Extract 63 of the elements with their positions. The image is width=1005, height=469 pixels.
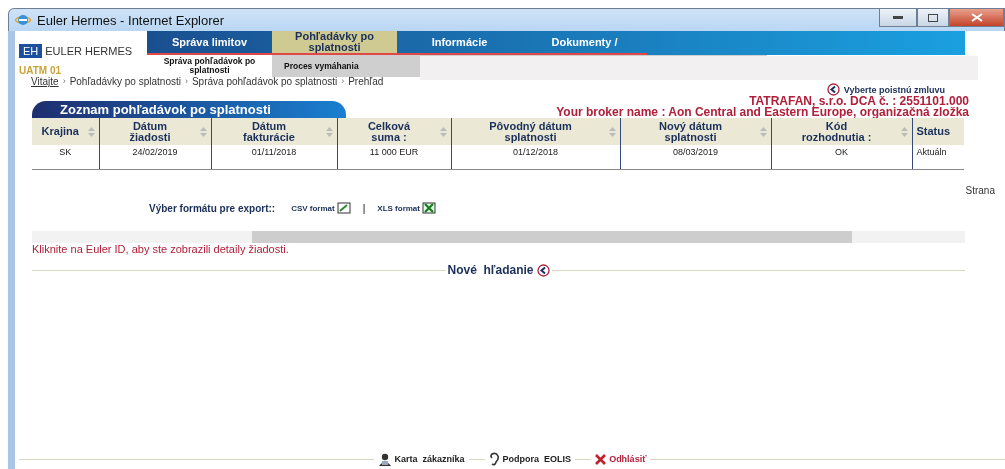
- scrollbar-thumb[interactable]: [252, 231, 852, 243]
- user-code: UATM 01: [19, 65, 62, 76]
- sort-icon[interactable]: [87, 127, 95, 137]
- hint-text: Kliknite na Euler ID, aby ste zobrazili detaily žiadosti.: [32, 243, 290, 255]
- ear-icon: [488, 452, 500, 466]
- page-label: Strana: [965, 185, 995, 196]
- column-header[interactable]: Krajina: [32, 118, 99, 145]
- close-button[interactable]: [949, 9, 1004, 27]
- maximize-icon: [928, 13, 938, 22]
- close-icon: [970, 13, 983, 22]
- excel-file-icon: [422, 202, 436, 214]
- table-cell: OK: [771, 145, 912, 169]
- maximize-button[interactable]: [917, 9, 949, 27]
- footer-link[interactable]: Odhlásiť: [591, 453, 651, 465]
- column-header[interactable]: Celková suma :: [337, 118, 451, 145]
- logo-mark: EH: [19, 44, 43, 58]
- table-cell: 11 000 EUR: [337, 145, 451, 169]
- table-cell: 01/11/2018: [211, 145, 337, 169]
- browser-logo-icon: [15, 13, 31, 27]
- separator: |: [362, 202, 366, 214]
- table-cell: Aktuáln: [912, 145, 964, 169]
- minimize-icon: [893, 15, 903, 20]
- breadcrumb-item: Pohľadávky po splatnosti: [69, 76, 181, 89]
- table-cell: 01/12/2018: [451, 145, 620, 169]
- table-cell: 08/03/2019: [620, 145, 771, 169]
- column-header[interactable]: Kód rozhodnutia :: [771, 118, 912, 145]
- column-header[interactable]: Dátum žiadosti: [99, 118, 211, 145]
- table-cell: 24/02/2019: [99, 145, 211, 169]
- spreadsheet-file-icon: [336, 202, 351, 214]
- breadcrumb-separator: ›: [341, 76, 345, 88]
- person-card-icon: [377, 452, 392, 466]
- column-header[interactable]: Pôvodný dátum splatnosti: [451, 118, 620, 145]
- export-link[interactable]: CSV format: [291, 202, 351, 214]
- breadcrumb-link[interactable]: Vitajte: [31, 76, 59, 96]
- column-header[interactable]: Nový dátum splatnosti: [620, 118, 771, 145]
- sort-icon[interactable]: [608, 127, 616, 137]
- breadcrumb-separator: ›: [62, 76, 66, 88]
- sort-icon[interactable]: [759, 127, 767, 137]
- sort-icon[interactable]: [325, 127, 333, 137]
- select-contract-link[interactable]: Vyberte poistnú zmluvu: [826, 83, 945, 96]
- company-info: TATRAFAN, s.r.o. DCA č. : 2551101.000: [749, 96, 969, 107]
- export-label: Výber formátu pre export::: [149, 202, 276, 214]
- breadcrumb-separator: ›: [184, 76, 188, 88]
- sort-icon[interactable]: [439, 127, 447, 137]
- close-icon: [595, 453, 607, 465]
- breadcrumb-item: Prehľad: [348, 76, 384, 89]
- footer-link[interactable]: Podpora EOLIS: [484, 452, 576, 466]
- new-search-link[interactable]: Nové hľadanie: [445, 263, 552, 277]
- sort-icon[interactable]: [199, 127, 207, 137]
- table-cell: SK: [32, 145, 99, 169]
- footer-link[interactable]: Karta zákazníka: [373, 452, 469, 466]
- column-header: Status: [912, 118, 964, 145]
- column-header[interactable]: Dátum fakturácie: [211, 118, 337, 145]
- subnav-tab[interactable]: Proces vymáhania: [272, 55, 397, 77]
- horizontal-scrollbar[interactable]: [32, 231, 965, 243]
- nav-tab[interactable]: Pohľadávky po splatnosti: [272, 31, 397, 55]
- export-link[interactable]: XLS format: [377, 202, 436, 214]
- sort-icon[interactable]: [900, 127, 908, 137]
- logo-text: EULER HERMES: [45, 45, 133, 57]
- minimize-button[interactable]: [879, 9, 917, 27]
- broker-info: Your broker name : Aon Central and Eastern Europe, organizačná zložka: [556, 107, 969, 118]
- breadcrumb-item: Správa pohľadávok po splatnosti: [191, 76, 338, 89]
- window-title: Euler Hermes - Internet Explorer: [37, 12, 226, 28]
